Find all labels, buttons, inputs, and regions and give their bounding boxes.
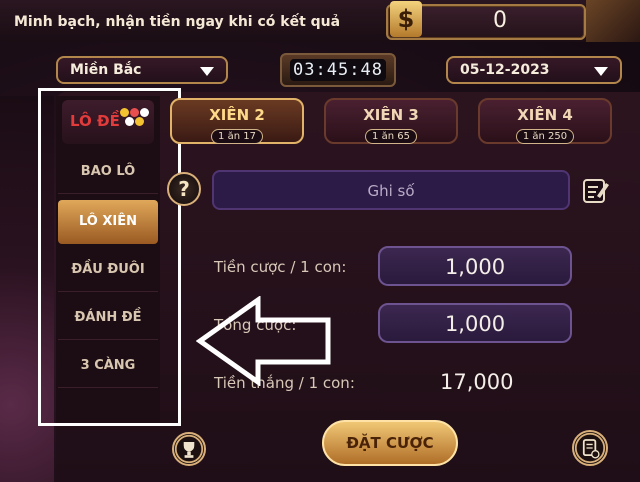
number-input[interactable]: Ghi số [212,170,570,210]
countdown-timer: 03:45:48 [280,53,396,87]
date-dropdown[interactable]: 05-12-2023 [446,56,622,84]
region-value: Miền Bắc [70,62,142,78]
total-value: 1,000 [444,312,506,336]
chevron-down-icon [594,67,608,76]
stake-label: Tiền cược / 1 con: [214,258,347,276]
win-value: 17,000 [440,370,514,394]
tab-odds: 1 ăn 250 [515,129,575,144]
tab-odds: 1 ăn 17 [211,129,263,144]
tab-xien-3[interactable]: XIÊN 3 1 ăn 65 [324,98,458,144]
corner-decoration [586,0,640,42]
date-value: 05-12-2023 [460,62,550,78]
tab-title: XIÊN 2 [209,106,265,124]
history-icon[interactable] [572,430,608,466]
region-dropdown[interactable]: Miền Bắc [56,56,228,84]
timer-value: 03:45:48 [293,60,383,80]
stake-input[interactable]: 1,000 [378,246,572,286]
place-bet-button[interactable]: ĐẶT CƯỢC [322,420,458,466]
trophy-icon[interactable] [172,432,206,466]
tab-xien-2[interactable]: XIÊN 2 1 ăn 17 [170,98,304,144]
edit-note-icon[interactable] [582,176,610,204]
total-input[interactable]: 1,000 [378,303,572,343]
tab-title: XIÊN 4 [517,106,573,124]
slogan-text: Minh bạch, nhận tiền ngay khi có kết quả [14,14,341,30]
timer-display: 03:45:48 [290,59,386,81]
tab-title: XIÊN 3 [363,106,419,124]
chevron-down-icon [200,67,214,76]
number-input-placeholder: Ghi số [367,182,415,200]
balance-value: 0 [493,8,507,33]
highlight-frame [38,88,181,426]
tab-xien-4[interactable]: XIÊN 4 1 ăn 250 [478,98,612,144]
left-arrow-annotation [196,296,331,386]
question-icon[interactable]: ? [167,172,201,206]
stake-value: 1,000 [444,255,506,279]
tab-odds: 1 ăn 65 [365,129,417,144]
dollar-icon: $ [390,1,422,37]
